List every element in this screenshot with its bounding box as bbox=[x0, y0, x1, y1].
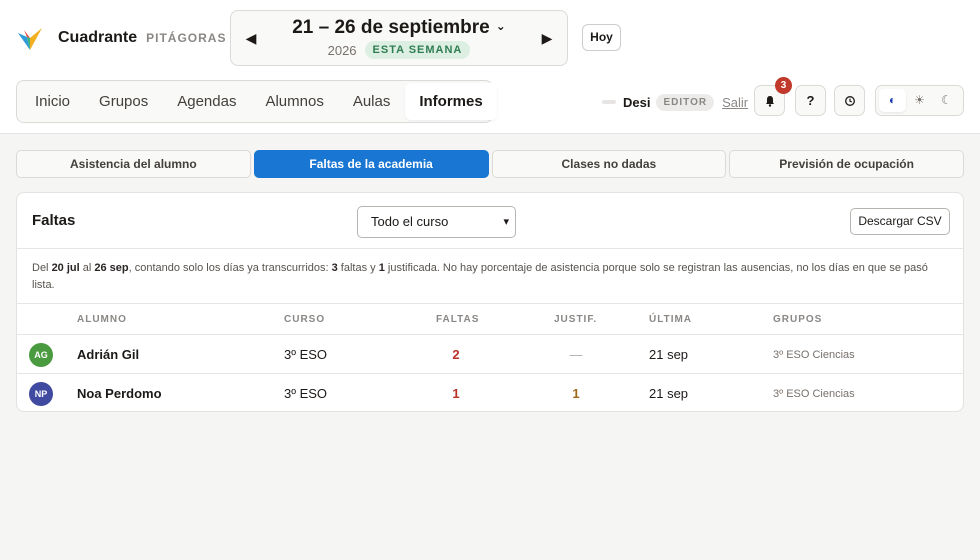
student-name[interactable]: Noa Perdomo bbox=[77, 386, 162, 401]
nav-item-grupos[interactable]: Grupos bbox=[85, 83, 162, 120]
avatar: AG bbox=[29, 343, 53, 367]
theme-auto-icon[interactable]: ◐ bbox=[879, 89, 906, 112]
today-button[interactable]: Hoy bbox=[582, 24, 621, 51]
week-navigator: ◀ 21 – 26 de septiembre ⌄ 2026 ESTA SEMAN… bbox=[230, 10, 568, 66]
brand-subtitle: PITÁGORAS bbox=[146, 31, 227, 45]
week-subtitle: 2026 ESTA SEMANA bbox=[231, 41, 567, 59]
column-header-curso[interactable]: CURSO bbox=[284, 314, 325, 325]
student-groups: 3º ESO Ciencias bbox=[773, 349, 855, 361]
brand[interactable]: Cuadrante PITÁGORAS bbox=[16, 24, 226, 52]
next-week-button[interactable]: ▶ bbox=[537, 28, 557, 48]
week-title: 21 – 26 de septiembre bbox=[292, 17, 490, 38]
justified-count: — bbox=[569, 347, 583, 362]
bell-icon bbox=[765, 95, 774, 107]
nav-item-agendas[interactable]: Agendas bbox=[163, 83, 250, 120]
column-header-faltas[interactable]: FALTAS bbox=[436, 314, 479, 325]
logout-link[interactable]: Salir bbox=[722, 95, 748, 110]
absence-count: 1 bbox=[452, 386, 460, 401]
logo-icon bbox=[18, 28, 42, 50]
last-absence-date: 21 sep bbox=[649, 347, 689, 362]
tab-clases-no-dadas[interactable]: Clases no dadas bbox=[491, 150, 727, 178]
report-tabs: Asistencia del alumno Faltas de la acade… bbox=[16, 150, 964, 178]
help-button[interactable]: ? bbox=[795, 85, 826, 116]
nav-item-alumnos[interactable]: Alumnos bbox=[251, 83, 337, 120]
column-header-alumno[interactable]: ALUMNO bbox=[77, 314, 127, 325]
theme-dark-icon[interactable]: ☾ bbox=[933, 89, 960, 112]
avatar: NP bbox=[29, 382, 53, 406]
table-row[interactable]: NP Noa Perdomo 3º ESO 1 1 21 sep 3º ESO … bbox=[17, 374, 963, 411]
week-selector[interactable]: 21 – 26 de septiembre ⌄ bbox=[231, 17, 567, 39]
current-week-badge: ESTA SEMANA bbox=[364, 41, 471, 59]
week-year: 2026 bbox=[327, 42, 357, 58]
student-groups: 3º ESO Ciencias bbox=[773, 388, 855, 400]
main-nav: Inicio Grupos Agendas Alumnos Aulas Info… bbox=[16, 80, 497, 123]
student-course: 3º ESO bbox=[284, 347, 328, 362]
table-row[interactable]: AG Adrián Gil 3º ESO 2 — 21 sep 3º ESO C… bbox=[17, 335, 963, 374]
nav-item-inicio[interactable]: Inicio bbox=[21, 83, 84, 120]
history-button[interactable] bbox=[834, 85, 865, 116]
summary-text: Del 20 jul al 26 sep, contando solo los … bbox=[17, 248, 963, 304]
tab-faltas-de-la-academia[interactable]: Faltas de la academia bbox=[253, 150, 489, 178]
download-csv-button[interactable]: Descargar CSV bbox=[850, 208, 950, 235]
period-select-value: Todo el curso bbox=[371, 214, 449, 229]
user-name: Desi bbox=[623, 94, 651, 110]
student-course: 3º ESO bbox=[284, 386, 328, 401]
column-header-grupos[interactable]: GRUPOS bbox=[773, 314, 822, 325]
theme-switcher: ◐ ☀ ☾ bbox=[875, 85, 964, 116]
notifications-button[interactable]: 3 bbox=[754, 77, 792, 116]
student-name[interactable]: Adrián Gil bbox=[77, 347, 139, 362]
justified-count: 1 bbox=[572, 386, 580, 401]
nav-item-aulas[interactable]: Aulas bbox=[339, 83, 405, 120]
clock-icon bbox=[844, 95, 855, 106]
user-area: Desi EDITOR Salir bbox=[602, 92, 748, 112]
role-badge: EDITOR bbox=[656, 93, 715, 111]
theme-light-icon[interactable]: ☀ bbox=[906, 89, 933, 112]
tab-prevision-de-ocupacion[interactable]: Previsión de ocupación bbox=[729, 150, 964, 178]
table-header: ALUMNO CURSO FALTAS JUSTIF. ÚLTIMA GRUPO… bbox=[17, 304, 963, 335]
column-header-justif[interactable]: JUSTIF. bbox=[554, 314, 597, 325]
chevron-down-icon: ▾ bbox=[503, 216, 509, 228]
tab-asistencia-del-alumno[interactable]: Asistencia del alumno bbox=[16, 150, 251, 178]
period-select[interactable]: Todo el curso ▾ bbox=[357, 206, 516, 238]
chevron-down-icon: ⌄ bbox=[495, 19, 506, 33]
nav-item-informes[interactable]: Informes bbox=[405, 83, 497, 120]
column-header-ultima[interactable]: ÚLTIMA bbox=[649, 314, 692, 325]
last-absence-date: 21 sep bbox=[649, 386, 689, 401]
absences-card: Faltas Todo el curso ▾ Descargar CSV Del… bbox=[16, 192, 964, 412]
user-status-indicator bbox=[602, 100, 616, 104]
brand-name: Cuadrante bbox=[58, 29, 138, 46]
absence-count: 2 bbox=[452, 347, 460, 362]
app-header: Cuadrante PITÁGORAS ◀ 21 – 26 de septiem… bbox=[0, 0, 980, 134]
card-title: Faltas bbox=[32, 212, 76, 229]
notification-count-badge: 3 bbox=[775, 77, 792, 94]
